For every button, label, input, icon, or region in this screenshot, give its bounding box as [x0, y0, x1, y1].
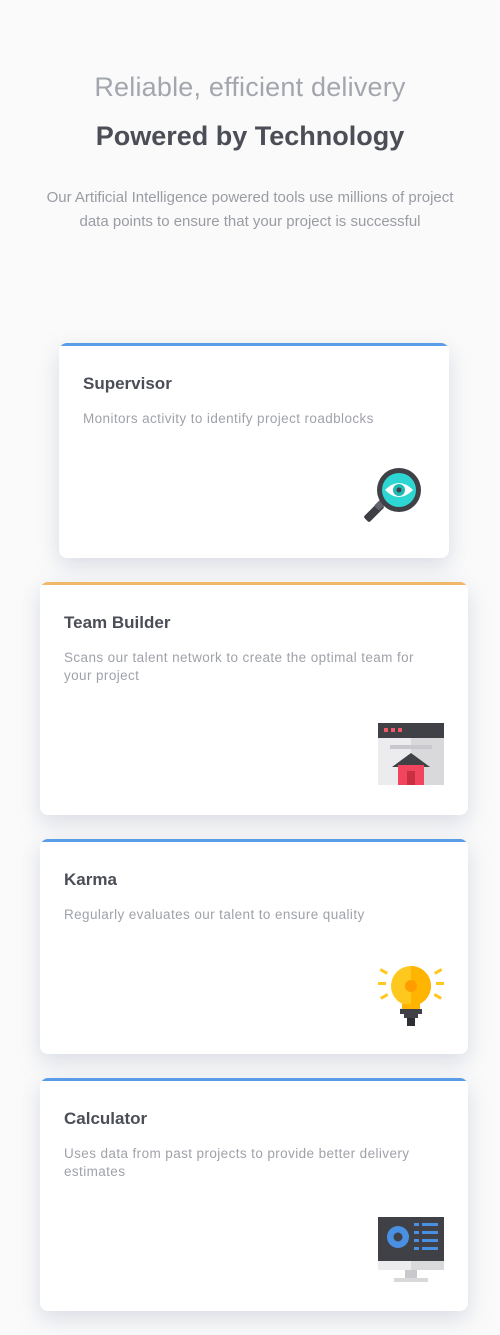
card-accent-bar [40, 839, 468, 842]
card-title: Team Builder [64, 613, 171, 632]
card-accent-bar [59, 343, 449, 346]
card-supervisor: Supervisor Monitors activity to identify… [59, 343, 449, 558]
hero-subtitle: Reliable, efficient delivery [94, 72, 406, 102]
card-calculator: Calculator Uses data from past projects … [40, 1078, 468, 1311]
card-description: Regularly evaluates our talent to ensure… [64, 907, 365, 922]
card-karma: Karma Regularly evaluates our talent to … [40, 839, 468, 1054]
magnifier-eye-icon [359, 464, 425, 530]
card-title: Calculator [64, 1109, 148, 1128]
card-team-builder: Team Builder Scans our talent network to… [40, 582, 468, 815]
hero-description: Our Artificial Intelligence powered tool… [46, 189, 454, 230]
lightbulb-icon [378, 962, 444, 1028]
card-description: Scans our talent network to create the o… [64, 650, 414, 683]
card-title: Karma [64, 870, 117, 889]
hero-title: Powered by Technology [95, 121, 405, 151]
card-title: Supervisor [83, 374, 172, 393]
card-description: Uses data from past projects to provide … [64, 1146, 410, 1179]
card-accent-bar [40, 1078, 468, 1081]
monitor-chart-icon [378, 1217, 444, 1283]
browser-house-icon [378, 721, 444, 787]
card-description: Monitors activity to identify project ro… [83, 411, 374, 426]
card-accent-bar [40, 582, 468, 585]
